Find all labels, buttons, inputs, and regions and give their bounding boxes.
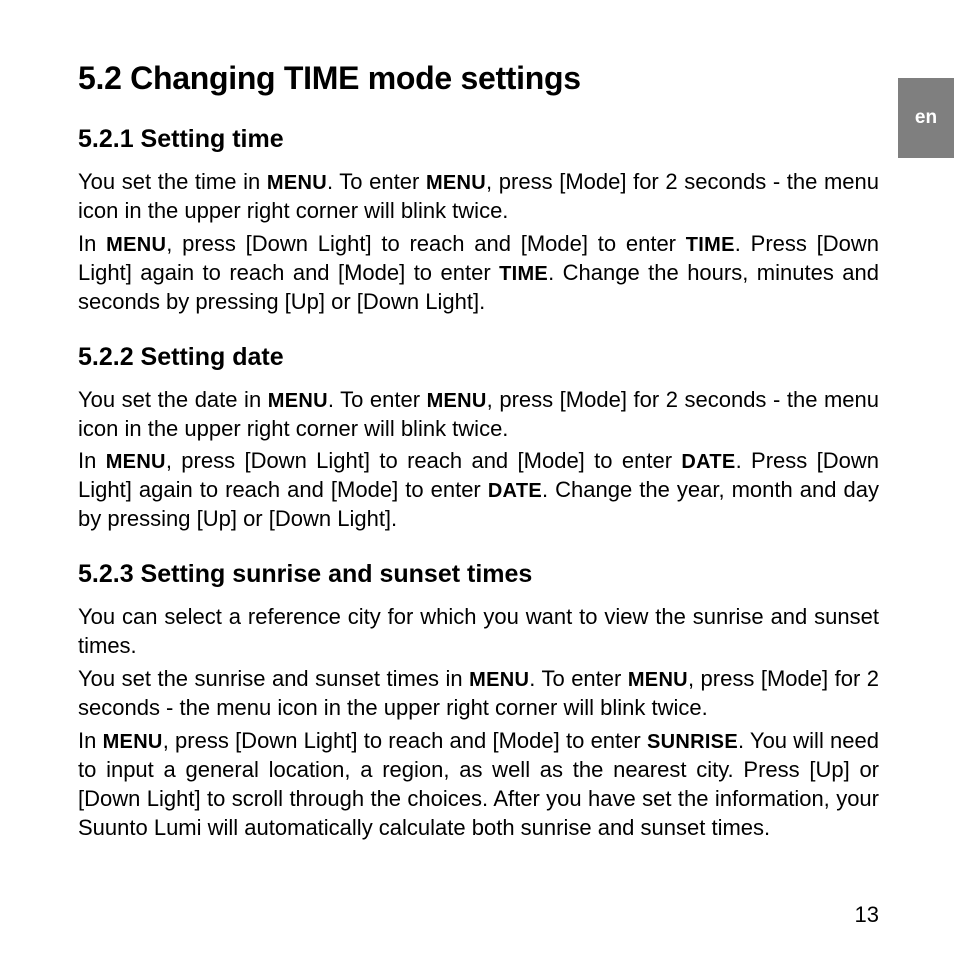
text: . To enter bbox=[529, 666, 628, 691]
manual-page: en 5.2 Changing TIME mode settings 5.2.1… bbox=[0, 0, 954, 954]
term-menu: MENU bbox=[106, 451, 166, 473]
term-date: DATE bbox=[681, 451, 735, 473]
term-menu: MENU bbox=[267, 172, 327, 194]
language-tab: en bbox=[898, 78, 954, 158]
text: In bbox=[78, 728, 103, 753]
page-number: 13 bbox=[855, 902, 879, 928]
term-sunrise: SUNRISE bbox=[647, 731, 738, 753]
term-menu: MENU bbox=[469, 669, 529, 691]
term-menu: MENU bbox=[106, 234, 166, 256]
text: . To enter bbox=[327, 169, 426, 194]
text: . To enter bbox=[328, 387, 427, 412]
paragraph: In MENU, press [Down Light] to reach and… bbox=[78, 727, 879, 843]
text: , press [Down Light] to reach and [Mode]… bbox=[166, 448, 682, 473]
text: In bbox=[78, 231, 106, 256]
paragraph: You can select a reference city for whic… bbox=[78, 603, 879, 661]
subsection-heading: 5.2.1 Setting time bbox=[78, 125, 879, 154]
term-time: TIME bbox=[686, 234, 735, 256]
subsection-heading: 5.2.3 Setting sunrise and sunset times bbox=[78, 560, 879, 589]
text: You set the time in bbox=[78, 169, 267, 194]
term-menu: MENU bbox=[103, 731, 163, 753]
text: You set the date in bbox=[78, 387, 268, 412]
term-time: TIME bbox=[499, 263, 548, 285]
subsection-heading: 5.2.2 Setting date bbox=[78, 343, 879, 372]
paragraph: In MENU, press [Down Light] to reach and… bbox=[78, 230, 879, 317]
term-menu: MENU bbox=[268, 390, 328, 412]
text: In bbox=[78, 448, 106, 473]
term-date: DATE bbox=[488, 480, 542, 502]
section-heading: 5.2 Changing TIME mode settings bbox=[78, 60, 879, 97]
text: , press [Down Light] to reach and [Mode]… bbox=[163, 728, 647, 753]
text: , press [Down Light] to reach and [Mode]… bbox=[166, 231, 686, 256]
term-menu: MENU bbox=[427, 390, 487, 412]
term-menu: MENU bbox=[628, 669, 688, 691]
paragraph: In MENU, press [Down Light] to reach and… bbox=[78, 447, 879, 534]
paragraph: You set the time in MENU. To enter MENU,… bbox=[78, 168, 879, 226]
term-menu: MENU bbox=[426, 172, 486, 194]
language-code: en bbox=[915, 107, 937, 129]
paragraph: You set the sunrise and sunset times in … bbox=[78, 665, 879, 723]
paragraph: You set the date in MENU. To enter MENU,… bbox=[78, 386, 879, 444]
text: You set the sunrise and sunset times in bbox=[78, 666, 469, 691]
text: You can select a reference city for whic… bbox=[78, 604, 879, 658]
